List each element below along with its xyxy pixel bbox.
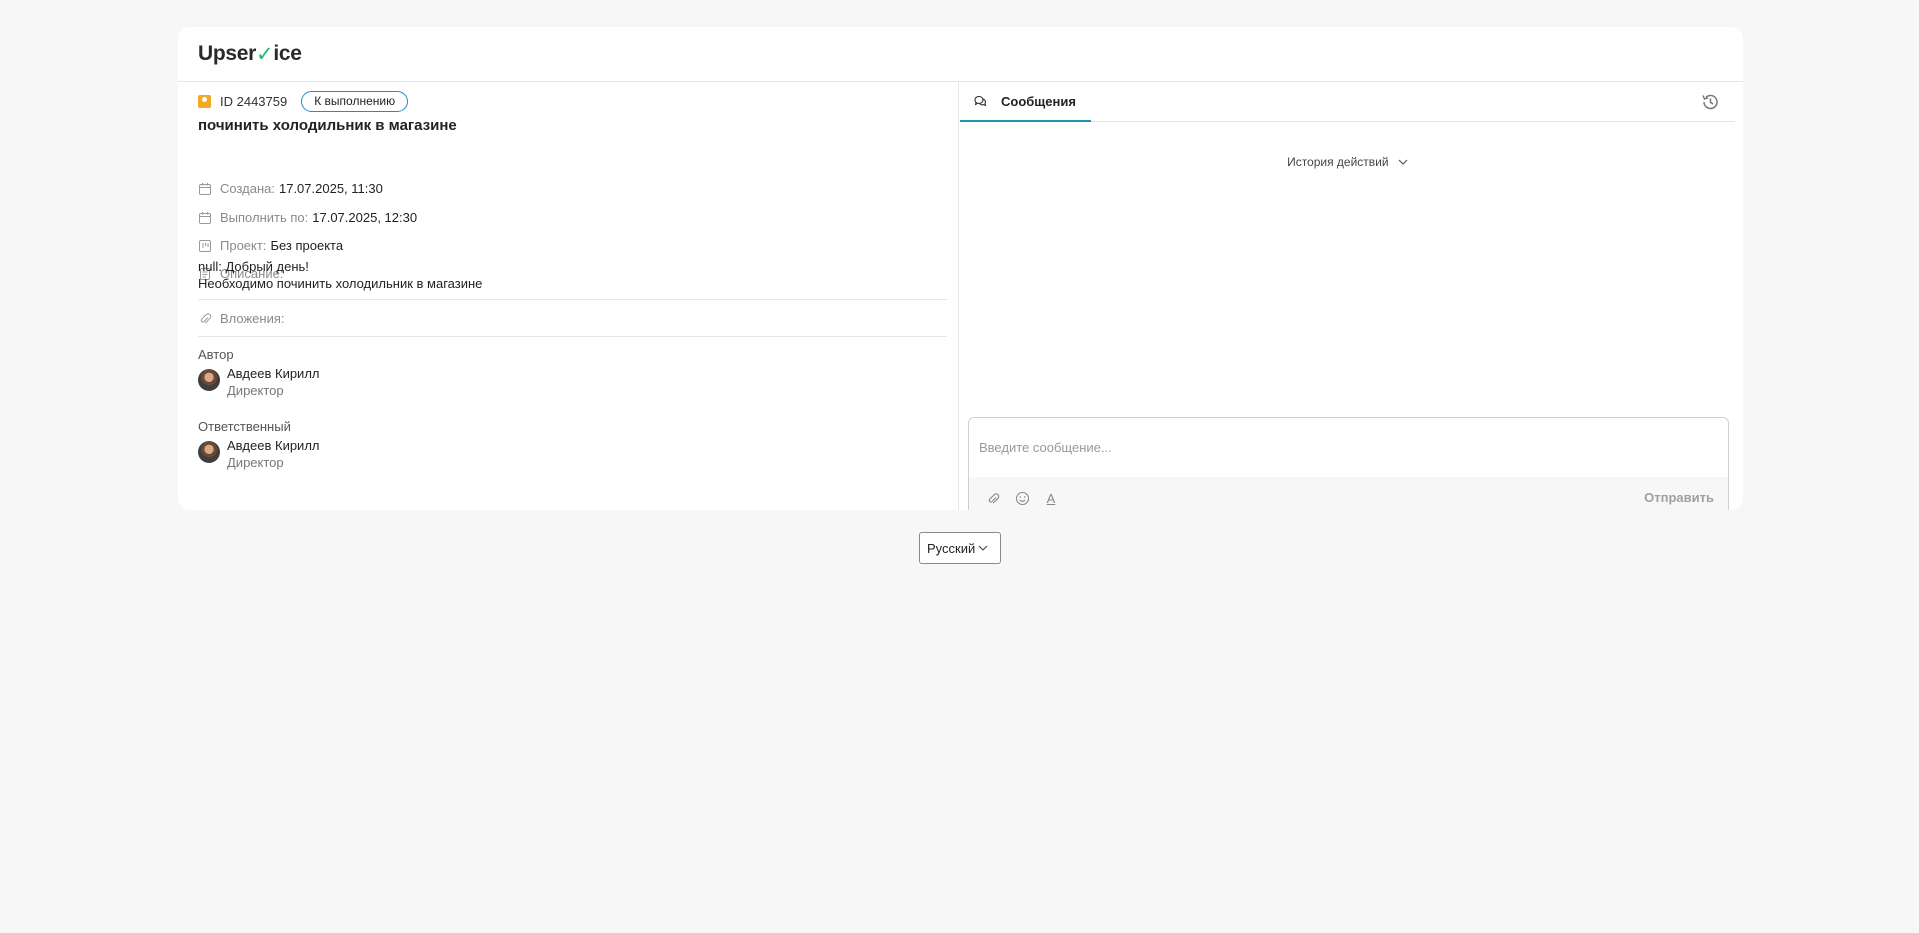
tabs-bar: Сообщения — [960, 82, 1735, 122]
attachments-label: Вложения: — [220, 311, 285, 326]
due-label: Выполнить по: — [220, 210, 309, 225]
created-row: Создана: 17.07.2025, 11:30 — [198, 181, 383, 196]
chevron-down-icon — [978, 545, 988, 551]
smiley-icon — [1015, 491, 1029, 506]
project-label: Проект: — [220, 238, 267, 253]
attach-button[interactable] — [985, 491, 1001, 507]
chat-bubbles-icon — [974, 95, 987, 107]
task-title: починить холодильник в магазине — [198, 117, 457, 134]
task-details-panel: ID 2443759 К выполнению починить холодил… — [178, 82, 959, 510]
send-button[interactable]: Отправить — [1644, 490, 1714, 505]
project-board-icon — [199, 239, 211, 252]
description-line: null: Добрый день! — [198, 259, 309, 274]
messages-panel: Сообщения История действий A Отправить — [960, 82, 1743, 510]
project-value: Без проекта — [270, 238, 344, 253]
divider — [198, 336, 947, 337]
emoji-button[interactable] — [1014, 491, 1030, 507]
attachments-row[interactable]: Вложения: — [198, 311, 285, 326]
due-value: 17.07.2025, 12:30 — [312, 210, 418, 225]
project-row: Проект: Без проекта — [198, 238, 343, 253]
task-card: Upser ✓ ice ID 2443759 К выполнению почини… — [178, 27, 1743, 510]
task-id: ID 2443759 — [220, 94, 288, 109]
chevron-down-icon — [1398, 159, 1408, 166]
divider — [198, 299, 947, 300]
text-format-button[interactable]: A — [1043, 491, 1059, 507]
description-line: Необходимо починить холодильник в магази… — [198, 276, 483, 291]
avatar — [198, 441, 220, 463]
user-task-icon — [198, 95, 211, 108]
message-composer: A Отправить — [968, 417, 1729, 510]
tab-messages[interactable]: Сообщения — [960, 82, 1091, 122]
logo-text-start: Upser — [198, 42, 257, 65]
history-actions-label: История действий — [1287, 155, 1389, 169]
tab-messages-label: Сообщения — [1001, 93, 1076, 109]
logo-check-icon: ✓ — [256, 42, 274, 66]
author-role: Директор — [227, 383, 284, 398]
calendar-icon — [199, 182, 211, 195]
created-value: 17.07.2025, 11:30 — [278, 181, 383, 196]
history-icon[interactable] — [1699, 91, 1721, 113]
description-text: null: Добрый день! Необходимо починить х… — [198, 258, 482, 292]
message-input[interactable] — [969, 418, 1728, 477]
avatar — [198, 369, 220, 391]
due-row: Выполнить по: 17.07.2025, 12:30 — [198, 210, 417, 225]
composer-toolbar: A Отправить — [969, 477, 1728, 510]
card-header: Upser ✓ ice — [178, 27, 1743, 82]
language-select[interactable]: Русский — [919, 532, 1001, 564]
logo-text-end: ice — [273, 42, 302, 65]
language-value: Русский — [927, 540, 976, 556]
paperclip-icon — [988, 492, 1000, 503]
history-actions-toggle[interactable]: История действий — [960, 155, 1735, 169]
calendar-icon — [199, 211, 211, 224]
author-label: Автор — [198, 347, 234, 362]
created-label: Создана: — [220, 181, 275, 196]
assignee-person[interactable]: Авдеев Кирилл Директор — [198, 437, 320, 471]
assignee-role: Директор — [227, 455, 284, 470]
upservice-logo[interactable]: Upser ✓ ice — [198, 42, 302, 67]
author-person[interactable]: Авдеев Кирилл Директор — [198, 365, 320, 399]
status-badge[interactable]: К выполнению — [301, 91, 409, 112]
assignee-name: Авдеев Кирилл — [227, 438, 320, 453]
assignee-label: Ответственный — [198, 419, 291, 434]
paperclip-icon — [200, 312, 212, 323]
author-name: Авдеев Кирилл — [227, 366, 320, 381]
task-id-row: ID 2443759 К выполнению — [198, 91, 409, 112]
